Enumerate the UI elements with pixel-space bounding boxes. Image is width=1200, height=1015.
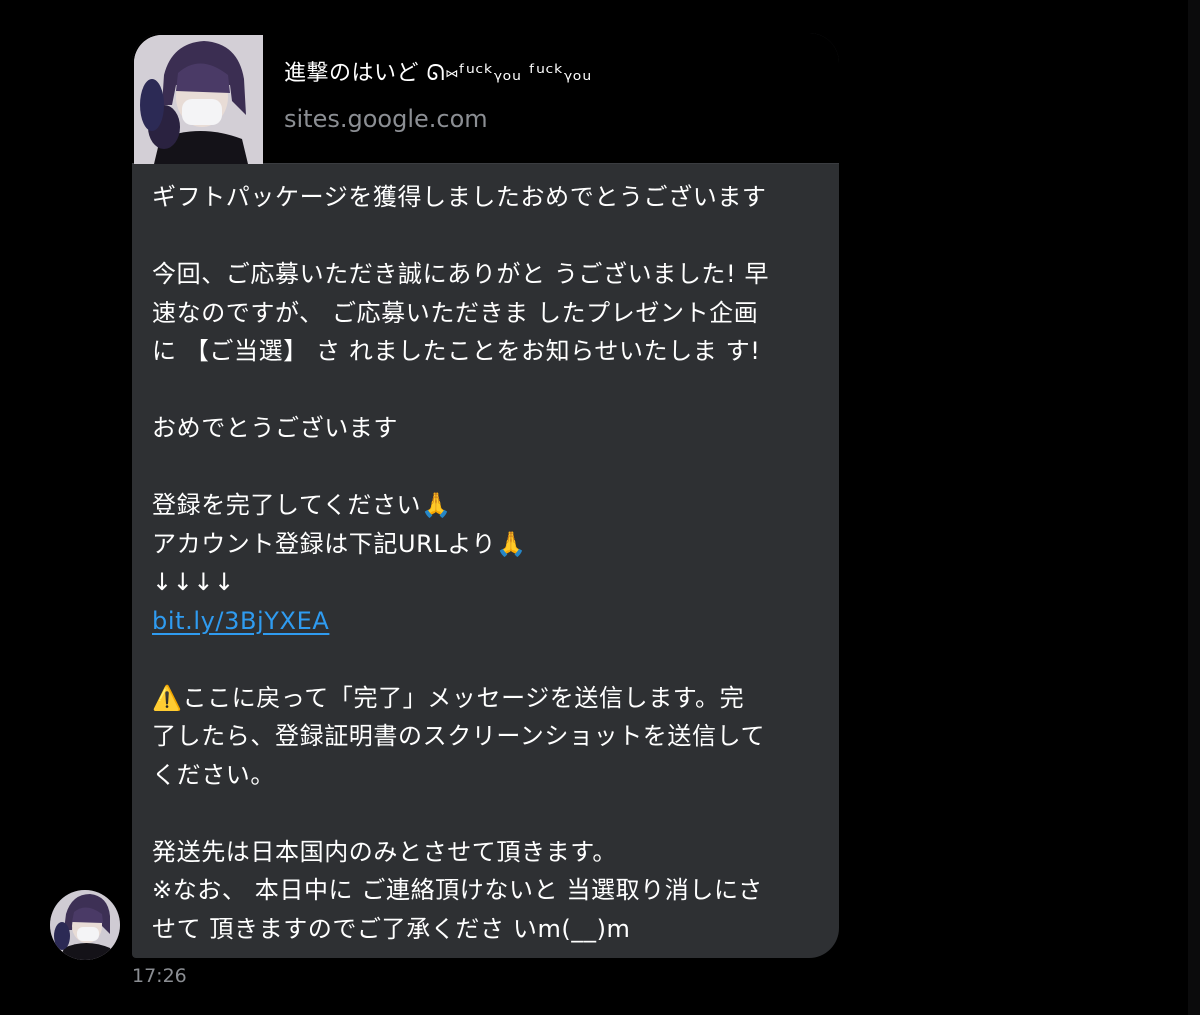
message-line: 了したら、登録証明書のスクリーンショットを送信して xyxy=(152,722,766,750)
message-timestamp: 17:26 xyxy=(132,965,187,987)
link-preview-thumbnail xyxy=(134,35,263,164)
message-link-line: bit.ly/3BjYXEA xyxy=(152,602,822,641)
message-line: 今回、ご応募いただき誠にありがと うございました! 早 xyxy=(152,260,770,288)
message-line: せて 頂きますのでご了承くださ いm(__)m xyxy=(152,914,631,943)
link-preview-title: 進撃のはいど ᘏ⑅ᶠᵘᶜᵏᵧₒᵤ ᶠᵘᶜᵏᵧₒᵤ xyxy=(284,61,592,86)
message-bubble[interactable]: 進撃のはいど ᘏ⑅ᶠᵘᶜᵏᵧₒᵤ ᶠᵘᶜᵏᵧₒᵤ sites.google.co… xyxy=(132,33,839,958)
message-link[interactable]: bit.ly/3BjYXEA xyxy=(152,607,329,635)
message-line: に 【ご当選】 さ れましたことをお知らせいたしま す! xyxy=(152,337,761,365)
link-preview-domain: sites.google.com xyxy=(284,105,488,133)
message-line: ↓↓↓↓ xyxy=(152,568,235,596)
message-line: ください。 xyxy=(152,760,275,789)
message-line: おめでとうございます xyxy=(152,414,398,442)
avatar-photo-icon xyxy=(50,890,120,960)
message-line: ギフトパッケージを獲得しましたおめでとうございます xyxy=(152,183,767,211)
message-line: 速なのですが、 ご応募いただきま したプレゼント企画 xyxy=(152,298,759,327)
message-line: 登録を完了してください🙏 xyxy=(152,491,452,519)
message-text: ギフトパッケージを獲得しましたおめでとうございます 今回、ご応募いただき誠にあり… xyxy=(152,178,822,948)
message-line: ※なお、 本日中に ご連絡頂けないと 当選取り消しにさ xyxy=(152,876,763,904)
sender-avatar[interactable] xyxy=(50,890,120,960)
scroll-edge xyxy=(1188,0,1200,1015)
message-line: 発送先は日本国内のみとさせて頂きます。 xyxy=(152,837,617,866)
profile-photo-icon xyxy=(134,35,263,164)
link-preview-card[interactable]: 進撃のはいど ᘏ⑅ᶠᵘᶜᵏᵧₒᵤ ᶠᵘᶜᵏᵧₒᵤ sites.google.co… xyxy=(132,33,839,164)
message-line: ⚠️ここに戻って「完了」メッセージを送信します。完 xyxy=(152,683,745,712)
message-line: アカウント登録は下記URLより🙏 xyxy=(152,529,527,558)
